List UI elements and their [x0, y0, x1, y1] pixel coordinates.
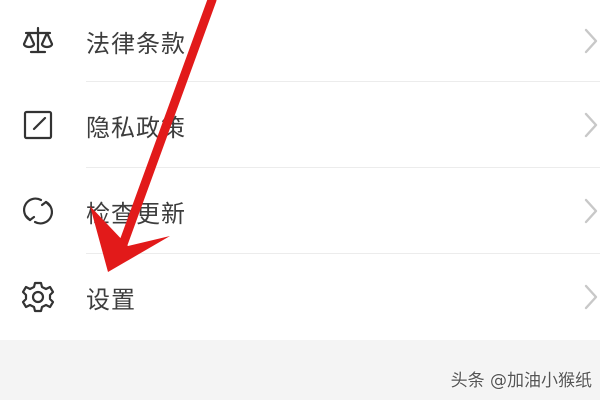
- chevron-right-icon: [582, 24, 600, 58]
- refresh-icon: [20, 193, 56, 229]
- chevron-right-icon: [582, 280, 600, 314]
- menu-item-legal-terms[interactable]: 法律条款: [0, 0, 600, 82]
- menu-item-label: 法律条款: [86, 29, 186, 58]
- menu-item-label: 隐私政策: [86, 113, 186, 142]
- scale-icon: [20, 23, 56, 59]
- watermark: 头条 @加油小猴纸: [450, 371, 592, 391]
- menu-item-settings[interactable]: 设置: [0, 254, 600, 340]
- menu-item-privacy-policy[interactable]: 隐私政策: [0, 82, 600, 168]
- chevron-right-icon: [582, 108, 600, 142]
- menu-item-label: 设置: [86, 285, 136, 314]
- settings-menu: 法律条款 隐私政策 检查更新 设置: [0, 0, 600, 340]
- menu-item-label: 检查更新: [86, 199, 186, 228]
- menu-item-check-update[interactable]: 检查更新: [0, 168, 600, 254]
- footer-area: 头条 @加油小猴纸: [0, 340, 600, 400]
- gear-icon: [20, 279, 56, 315]
- chevron-right-icon: [582, 194, 600, 228]
- edit-square-icon: [20, 107, 56, 143]
